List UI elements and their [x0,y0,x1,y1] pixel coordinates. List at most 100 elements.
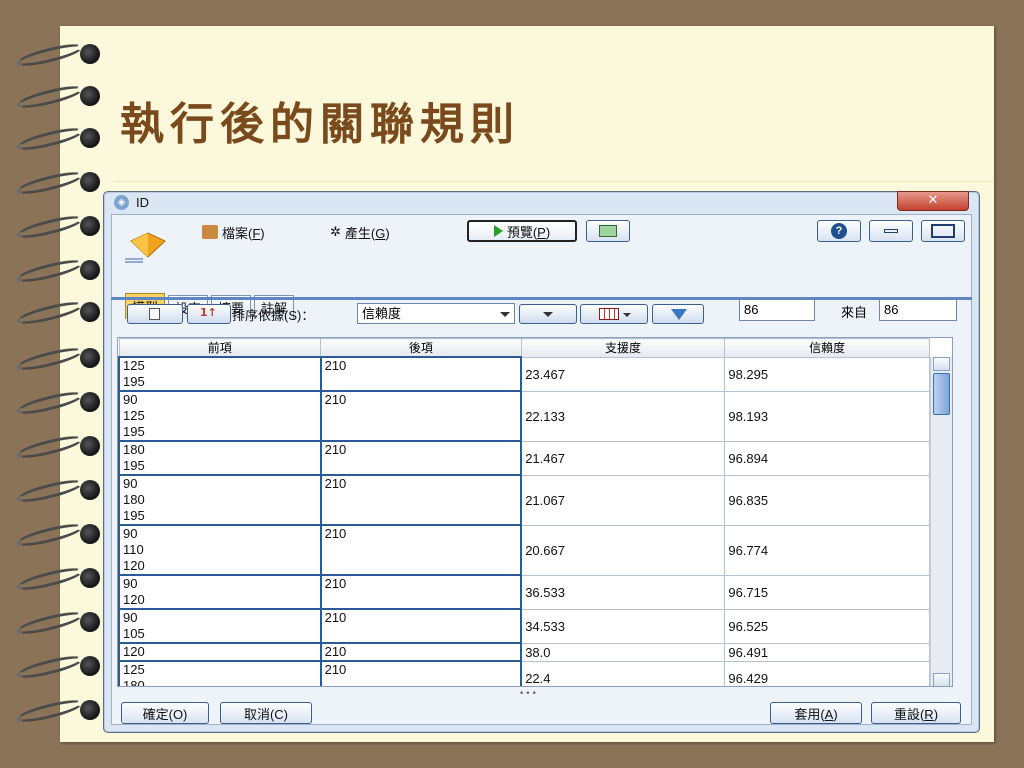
copy-button[interactable] [127,304,183,324]
help-button[interactable]: ? [817,220,861,242]
consequent-cell[interactable]: 210 [319,660,523,686]
export-button[interactable] [586,220,630,242]
support-cell: 21.067 [520,474,726,526]
vertical-scrollbar[interactable] [930,357,952,686]
binding-ring [15,607,104,640]
antecedent-item: 195 [123,374,145,389]
shown-rules-count: 86 [739,299,815,321]
consequent-cell[interactable]: 210 [319,390,523,442]
tab-underline [111,297,972,300]
antecedent-cell[interactable]: 90 125 195 [118,390,322,442]
ok-button[interactable]: 確定(O) [121,702,209,724]
consequent-cell[interactable]: 210 [319,608,523,644]
consequent-cell[interactable]: 210 [319,356,523,392]
model-window: ◈ ID ✕ 檔案(F) ✲ 產生(G) 預覽(P) ? 摘要 註解 1↑ 排序… [103,191,980,733]
antecedent-cell[interactable]: 125 195 [118,356,322,392]
scroll-up-arrow[interactable] [933,357,950,371]
consequent-item: 210 [324,662,347,677]
antecedent-cell[interactable]: 180 195 [118,440,322,476]
table-row[interactable]: 90 105 210 34.533 96.525 [118,608,930,644]
antecedent-item: 120 [123,644,145,659]
antecedent-item: 195 [123,424,145,439]
columns-menu-button[interactable] [580,304,648,324]
consequent-cell[interactable]: 210 [319,574,523,610]
antecedent-cell[interactable]: 125 180 [118,660,322,686]
column-header-antecedent[interactable]: 前項 [118,338,322,358]
consequent-cell[interactable]: 210 [319,524,523,576]
consequent-item: 210 [324,476,347,491]
ring-wire [15,431,85,463]
table-row[interactable]: 90 180 195 210 21.067 96.835 [118,474,930,526]
support-cell: 20.667 [520,524,726,576]
antecedent-cell[interactable]: 90 105 [118,608,322,644]
menu-generate[interactable]: ✲ 產生(G) [330,221,390,243]
column-header-confidence[interactable]: 信賴度 [724,338,930,358]
scroll-down-arrow[interactable] [933,673,950,686]
filter-button[interactable] [652,304,704,324]
antecedent-item: 195 [123,458,145,473]
consequent-item: 210 [324,358,347,373]
confidence-cell: 96.894 [724,440,930,476]
rules-grid: 前項 後項 支援度 信賴度 125 195 210 23.467 98.295 90 125… [118,338,930,686]
resize-grip[interactable]: ••• [519,689,538,699]
controls-row: 1↑ 排序依據(S)： 信賴度 86 來自 86 [117,299,969,326]
consequent-cell[interactable]: 210 [319,440,523,476]
binding-ring [15,123,104,156]
maximize-button[interactable] [921,220,965,242]
menu-file-label: 檔案(F) [222,225,265,241]
sort-order-button[interactable]: 1↑ [187,304,231,324]
consequent-cell[interactable]: 210 [319,474,523,526]
cancel-button[interactable]: 取消(C) [220,702,312,724]
scroll-thumb[interactable] [933,373,950,415]
antecedent-item: 120 [123,558,145,573]
antecedent-cell[interactable]: 90 180 195 [118,474,322,526]
apply-button[interactable]: 套用(A) [770,702,862,724]
column-header-consequent[interactable]: 後項 [320,338,522,358]
ring-hole [80,436,100,456]
chevron-down-icon [623,313,631,317]
briefcase-icon [202,225,218,239]
ring-wire [15,81,85,113]
window-close-button[interactable]: ✕ [897,191,969,211]
help-icon: ? [831,223,847,239]
confidence-cell: 96.774 [724,524,930,576]
menu-generate-label: 產生(G) [344,225,390,241]
ring-wire [15,255,85,287]
binding-ring [15,39,104,72]
table-row[interactable]: 90 125 195 210 22.133 98.193 [118,390,930,442]
table-row[interactable]: 90 110 120 210 20.667 96.774 [118,524,930,576]
table-row[interactable]: 125 180 210 22.4 96.429 [118,660,930,686]
chevron-down-icon [543,312,553,317]
reset-button[interactable]: 重設(R) [871,702,961,724]
consequent-item: 210 [324,644,347,659]
binding-ring [15,519,104,552]
column-header-support[interactable]: 支援度 [520,338,726,358]
antecedent-item: 180 [123,492,145,507]
ring-hole [80,392,100,412]
table-row[interactable]: 120 210 38.0 96.491 [118,642,930,662]
antecedent-cell[interactable]: 90 110 120 [118,524,322,576]
ring-hole [80,86,100,106]
consequent-cell[interactable]: 210 [319,642,523,662]
ring-wire [15,39,85,71]
ring-hole [80,44,100,64]
table-row[interactable]: 125 195 210 23.467 98.295 [118,356,930,392]
window-titlebar[interactable]: ◈ ID ✕ [104,191,979,214]
antecedent-cell[interactable]: 120 [118,642,322,662]
sort-by-label: 排序依據(S)： [232,308,315,323]
preview-button[interactable]: 預覽(P) [467,220,577,242]
sort-by-select[interactable]: 信賴度 [357,303,515,324]
antecedent-cell[interactable]: 90 120 [118,574,322,610]
minimize-button[interactable] [869,220,913,242]
ring-wire [15,563,85,595]
table-row[interactable]: 90 120 210 36.533 96.715 [118,574,930,610]
chevron-down-icon [500,312,510,317]
diamond-app-icon: ◈ [114,195,129,210]
export-icon [599,225,617,237]
sort-direction-button[interactable] [519,304,577,324]
antecedent-item: 110 [123,542,144,557]
ring-wire [15,475,85,507]
table-row[interactable]: 180 195 210 21.467 96.894 [118,440,930,476]
ring-hole [80,260,100,280]
menu-file[interactable]: 檔案(F) [202,221,265,243]
